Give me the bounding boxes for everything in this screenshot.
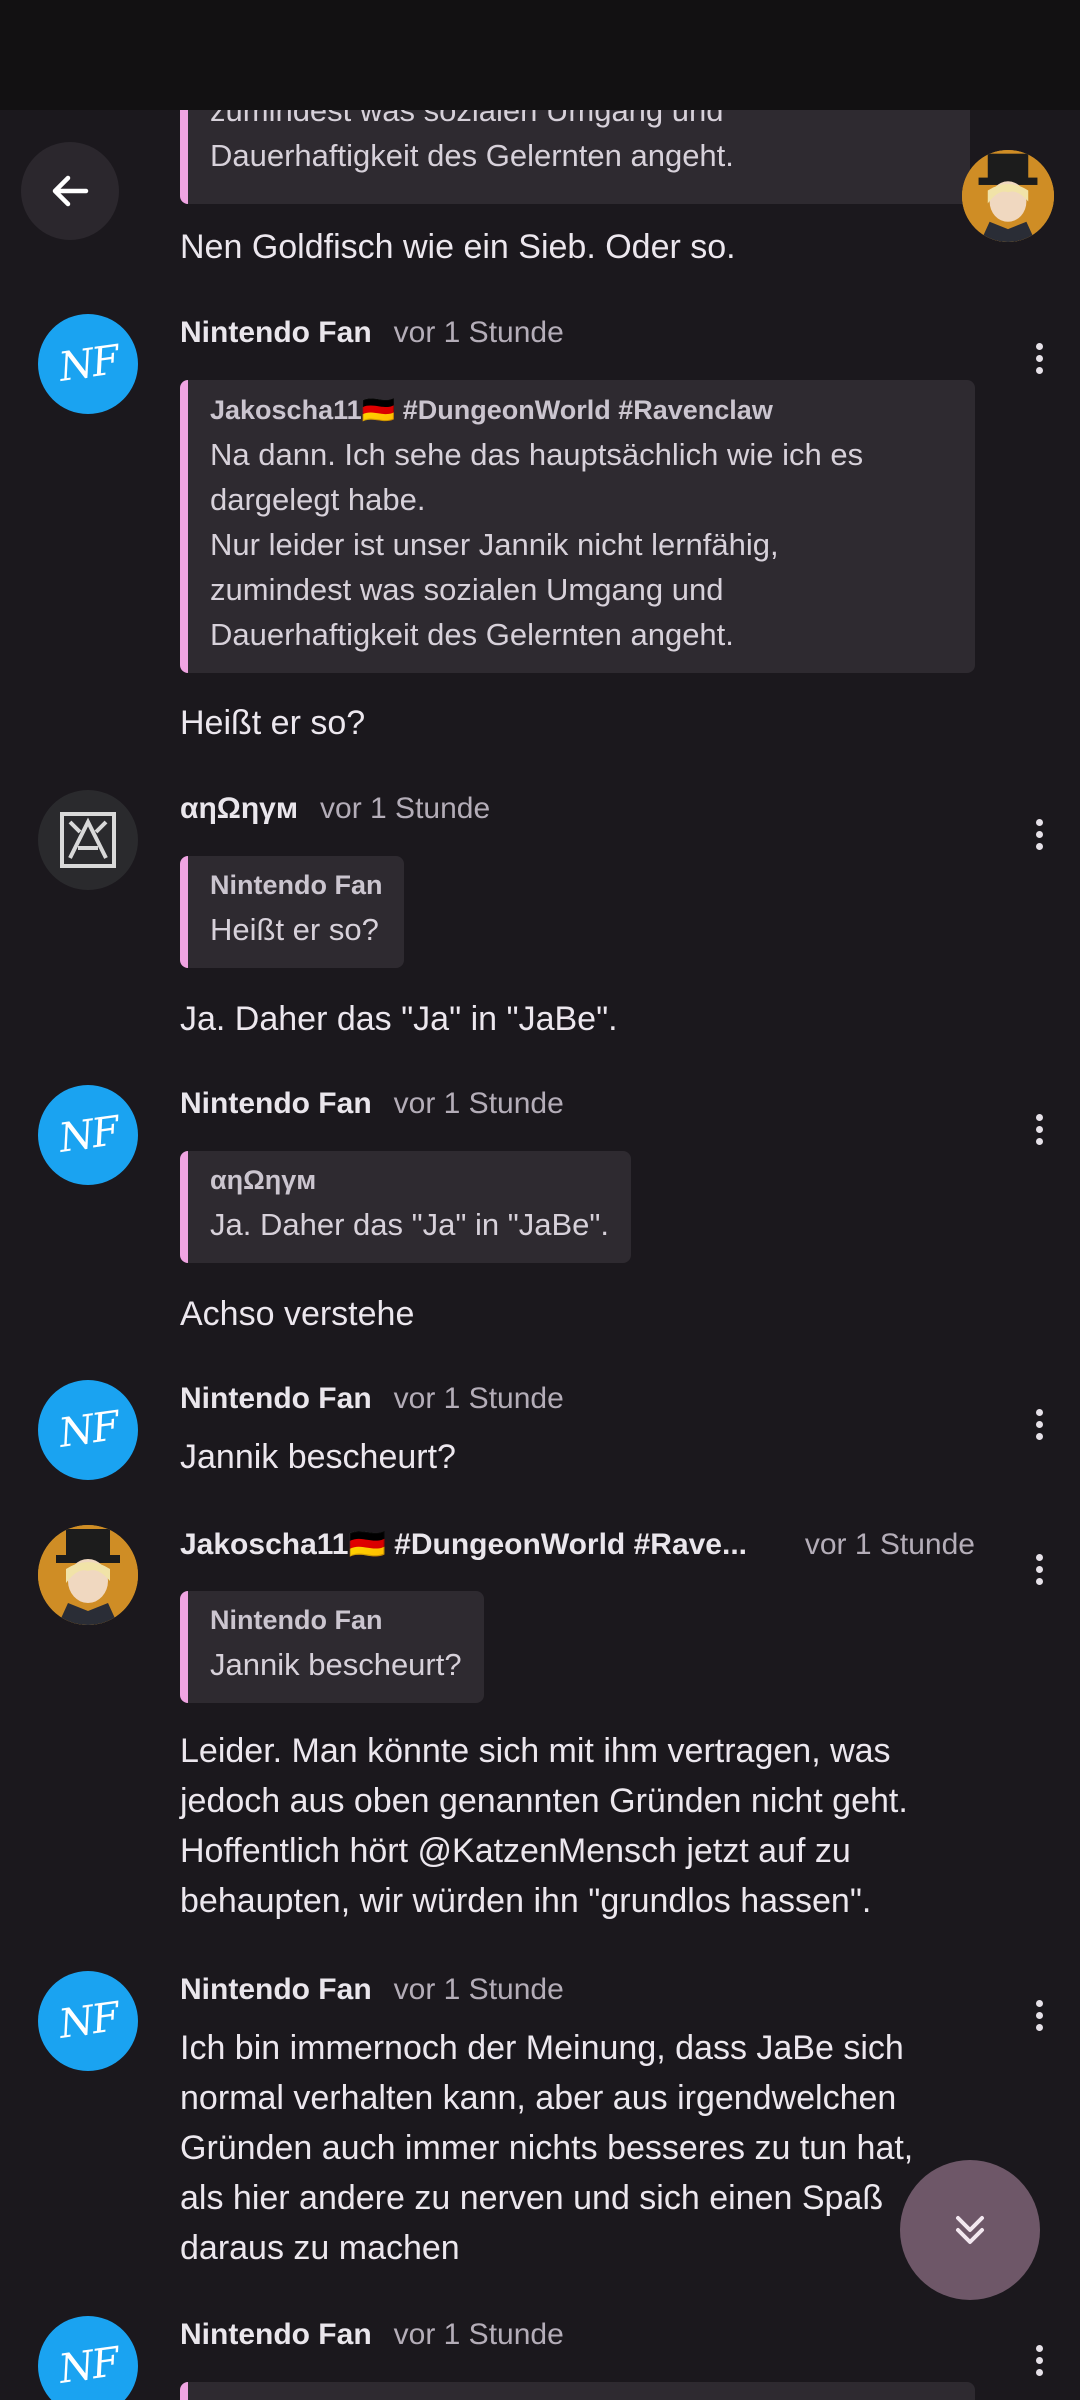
message-text: Nen Goldfisch wie ein Sieb. Oder so.: [180, 228, 736, 266]
more-vertical-icon[interactable]: [1024, 1991, 1054, 2039]
author-name[interactable]: Nintendo Fan: [180, 316, 372, 350]
quote-author: Jakoscha11🇩🇪 #DungeonWorld #Ravenclaw: [210, 395, 773, 425]
more-vertical-icon[interactable]: [1024, 810, 1054, 858]
message-text: Jannik bescheurt?: [180, 1438, 456, 1476]
quote-text: Jannik bescheurt?: [210, 1647, 462, 1682]
quote-block[interactable]: [180, 2382, 975, 2400]
quote-author: Nintendo Fan: [210, 1605, 383, 1635]
avatar[interactable]: NF: [38, 1380, 138, 1480]
message-line: Hoffentlich hört @KatzenMensch jetzt auf…: [180, 1832, 851, 1870]
maze-logo-icon: [60, 812, 116, 868]
avatar[interactable]: NF: [38, 2316, 138, 2400]
double-chevron-down-icon: [956, 2216, 984, 2244]
message-header: Nintendo Fan vor 1 Stunde: [180, 316, 564, 360]
avatar-initials: NF: [55, 337, 121, 391]
quote-block[interactable]: Nintendo Fan Heißt er so?: [180, 856, 405, 968]
more-vertical-icon[interactable]: [1024, 1105, 1054, 1153]
message-line: daraus zu machen: [180, 2229, 460, 2267]
message-text: Ja. Daher das "Ja" in "JaBe".: [180, 1000, 618, 1038]
quote-text: Heißt er so?: [210, 912, 379, 947]
timestamp: vor 1 Stunde: [393, 316, 564, 349]
message-text: Heißt er so?: [180, 704, 366, 742]
back-button[interactable]: [21, 142, 119, 240]
avatar[interactable]: NF: [38, 314, 138, 414]
timestamp: vor 1 Stunde: [393, 1973, 564, 2006]
avatar[interactable]: [38, 790, 138, 890]
avatar-initials: NF: [55, 2339, 121, 2393]
quote-block[interactable]: Jakoscha11🇩🇪 #DungeonWorld #Ravenclaw Na…: [180, 380, 975, 673]
timestamp: vor 1 Stunde: [393, 1382, 564, 1415]
timestamp: vor 1 Stunde: [393, 2318, 564, 2351]
quote-author: Nintendo Fan: [210, 870, 383, 900]
message-line: jedoch aus oben genannten Gründen nicht …: [180, 1782, 908, 1820]
avatar[interactable]: [38, 1525, 138, 1625]
timestamp: vor 1 Stunde: [804, 1528, 975, 1561]
author-name[interactable]: Nintendo Fan: [180, 1382, 372, 1416]
message-header: Nintendo Fan vor 1 Stunde: [180, 1973, 564, 2017]
character-portrait-icon: [962, 150, 1054, 242]
message-text: Achso verstehe: [180, 1295, 415, 1333]
message-line: Gründen auch immer nichts besseres zu tu…: [180, 2129, 914, 2167]
avatar-initials: NF: [55, 1108, 121, 1162]
message-header: αηΩηγм vor 1 Stunde: [180, 792, 490, 836]
character-portrait-icon: [38, 1525, 138, 1625]
quote-author: αηΩηγм: [210, 1165, 317, 1195]
message-line: Ich bin immernoch der Meinung, dass JaBe…: [180, 2029, 904, 2067]
quote-text: zumindest was sozialen Umgang und: [210, 572, 724, 607]
message-line: als hier andere zu nerven und sich einen…: [180, 2179, 884, 2217]
quote-text: Ja. Daher das "Ja" in "JaBe".: [210, 1207, 609, 1242]
scroll-down-button[interactable]: [900, 2160, 1040, 2300]
avatar-initials: NF: [55, 1994, 121, 2048]
more-vertical-icon[interactable]: [1024, 1400, 1054, 1448]
author-name[interactable]: αηΩηγм: [180, 792, 298, 826]
message-header: Jakoscha11🇩🇪 #DungeonWorld #Rave... vor …: [180, 1527, 975, 1571]
message-line: Leider. Man könnte sich mit ihm vertrage…: [180, 1732, 891, 1770]
more-vertical-icon[interactable]: [1024, 2336, 1054, 2384]
message-text: Leider. Man könnte sich mit ihm vertrage…: [180, 1726, 980, 1926]
avatar[interactable]: NF: [38, 1971, 138, 2071]
message-header: Nintendo Fan vor 1 Stunde: [180, 2318, 564, 2362]
quote-block: zumindest was sozialen Umgang und Dauerh…: [180, 93, 970, 204]
author-name[interactable]: Nintendo Fan: [180, 1087, 372, 1121]
message-header: Nintendo Fan vor 1 Stunde: [180, 1087, 564, 1131]
quote-text: Nur leider ist unser Jannik nicht lernfä…: [210, 527, 779, 562]
avatar[interactable]: NF: [38, 1085, 138, 1185]
arrow-left-icon: [52, 175, 89, 207]
timestamp: vor 1 Stunde: [320, 792, 491, 825]
author-name[interactable]: Jakoscha11🇩🇪 #DungeonWorld #Rave...: [180, 1527, 747, 1562]
quote-text: Dauerhaftigkeit des Gelernten angeht.: [210, 617, 734, 652]
status-bar: [0, 0, 1080, 110]
timestamp: vor 1 Stunde: [393, 1087, 564, 1120]
message-text: Ich bin immernoch der Meinung, dass JaBe…: [180, 2023, 980, 2273]
avatar-initials: NF: [55, 1403, 121, 1457]
message-line: normal verhalten kann, aber aus irgendwe…: [180, 2079, 897, 2117]
more-vertical-icon[interactable]: [1024, 1545, 1054, 1593]
quote-text: Dauerhaftigkeit des Gelernten angeht.: [210, 138, 734, 173]
message-header: Nintendo Fan vor 1 Stunde: [180, 1382, 564, 1426]
more-vertical-icon[interactable]: [1024, 334, 1054, 382]
author-name[interactable]: Nintendo Fan: [180, 1973, 372, 2007]
quote-text: dargelegt habe.: [210, 482, 426, 517]
quote-text: Na dann. Ich sehe das hauptsächlich wie …: [210, 437, 864, 472]
avatar[interactable]: [962, 150, 1054, 242]
quote-block[interactable]: Nintendo Fan Jannik bescheurt?: [180, 1591, 484, 1703]
message-line: behaupten, wir würden ihn "grundlos hass…: [180, 1882, 872, 1920]
message-feed: zumindest was sozialen Umgang und Dauerh…: [0, 0, 1080, 2400]
quote-block[interactable]: αηΩηγм Ja. Daher das "Ja" in "JaBe".: [180, 1151, 631, 1263]
author-name[interactable]: Nintendo Fan: [180, 2318, 372, 2352]
